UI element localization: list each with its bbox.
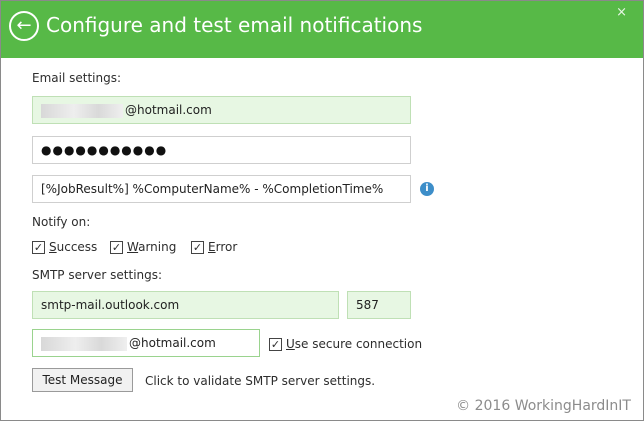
- close-icon[interactable]: ×: [616, 5, 627, 20]
- password-input[interactable]: ●●●●●●●●●●●: [32, 136, 411, 164]
- notify-error-label: Error: [208, 240, 238, 254]
- from-email-input[interactable]: @hotmail.com: [32, 96, 411, 124]
- user-suffix-text: @hotmail.com: [129, 336, 216, 350]
- smtp-port-input[interactable]: 587: [347, 291, 411, 319]
- from-email-value: @hotmail.com: [41, 103, 212, 118]
- notify-error-checkbox[interactable]: ✓ Error: [191, 240, 237, 254]
- subject-template-value: [%JobResult%] %ComputerName% - %Completi…: [41, 182, 384, 196]
- email-suffix-text: @hotmail.com: [125, 103, 212, 117]
- dialog-content: Email settings: @hotmail.com ●●●●●●●●●●●…: [1, 58, 643, 420]
- smtp-port-value: 587: [356, 298, 379, 312]
- dialog-title: Configure and test email notifications: [46, 13, 423, 37]
- smtp-server-value: smtp-mail.outlook.com: [41, 298, 180, 312]
- checkmark-icon: ✓: [269, 337, 282, 351]
- password-mask: ●●●●●●●●●●●: [41, 143, 168, 157]
- notify-warning-checkbox[interactable]: ✓ Warning: [110, 240, 176, 254]
- secure-connection-label: Use secure connection: [286, 337, 423, 351]
- dialog-header: ← Configure and test email notifications…: [1, 1, 643, 58]
- notify-success-checkbox[interactable]: ✓ Success: [32, 240, 97, 254]
- smtp-user-value: @hotmail.com: [41, 336, 216, 351]
- checkmark-icon: ✓: [110, 240, 123, 254]
- copyright-watermark: © 2016 WorkingHardInIT: [456, 398, 631, 414]
- smtp-user-input[interactable]: @hotmail.com: [32, 329, 260, 357]
- info-icon[interactable]: i: [420, 182, 434, 196]
- test-message-button[interactable]: Test Message: [32, 368, 133, 392]
- notify-warning-label: Warning: [127, 240, 177, 254]
- notify-success-label: Success: [49, 240, 98, 254]
- redacted-email-prefix: [41, 103, 123, 118]
- subject-template-input[interactable]: [%JobResult%] %ComputerName% - %Completi…: [32, 175, 411, 203]
- notify-on-label: Notify on:: [32, 215, 91, 229]
- redacted-user-prefix: [41, 336, 127, 351]
- secure-connection-checkbox[interactable]: ✓ Use secure connection: [269, 337, 422, 351]
- email-settings-label: Email settings:: [32, 71, 122, 85]
- back-arrow-icon[interactable]: ←: [9, 11, 39, 41]
- validate-hint-text: Click to validate SMTP server settings.: [145, 374, 376, 388]
- dialog-window: ← Configure and test email notifications…: [0, 0, 644, 421]
- smtp-settings-label: SMTP server settings:: [32, 268, 163, 282]
- checkmark-icon: ✓: [191, 240, 204, 254]
- checkmark-icon: ✓: [32, 240, 45, 254]
- smtp-server-input[interactable]: smtp-mail.outlook.com: [32, 291, 339, 319]
